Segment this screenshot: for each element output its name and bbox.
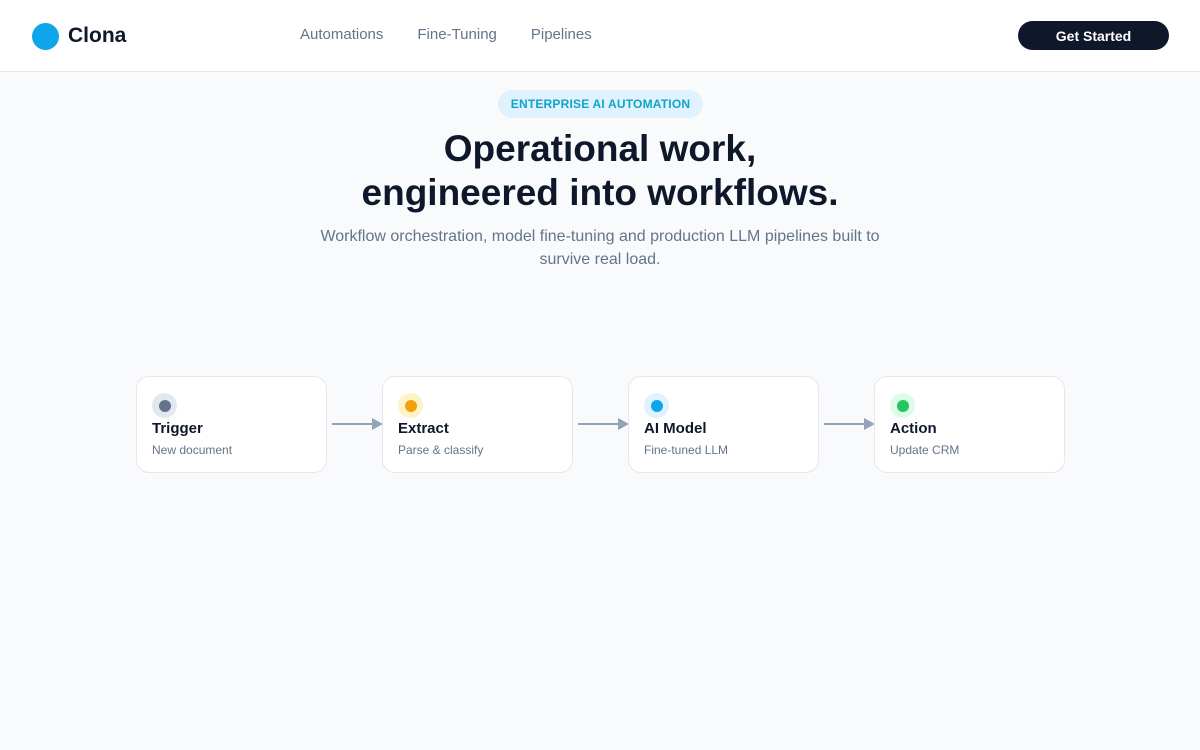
step-ring-ai-model	[644, 393, 669, 418]
get-started-button[interactable]: Get Started	[1018, 21, 1169, 50]
action-status-dot-icon	[896, 399, 909, 412]
top-nav-bar: Clona Automations Fine-Tuning Pipelines …	[0, 0, 1200, 72]
step-ring-trigger	[152, 393, 177, 418]
hero-subhead: Workflow orchestration, model fine-tunin…	[320, 228, 880, 268]
workflow-step-trigger: Trigger New document	[136, 376, 327, 473]
nav-item-automations[interactable]: Automations	[300, 26, 383, 44]
workflow-step-action: Action Update CRM	[874, 376, 1065, 473]
ai-model-status-dot-icon	[650, 399, 663, 412]
flow-arrow-icon	[332, 418, 383, 430]
headline-line-2: engineered into workflows.	[361, 172, 839, 213]
headline-line-1: Operational work,	[443, 128, 757, 169]
step-title: Action	[890, 420, 937, 437]
brand-logo[interactable]: Clona	[32, 22, 126, 50]
step-title: Trigger	[152, 420, 203, 437]
flow-arrow-icon	[578, 418, 629, 430]
step-ring-extract	[398, 393, 423, 418]
hero-badge: ENTERPRISE AI AUTOMATION	[498, 90, 703, 118]
step-title: AI Model	[644, 420, 707, 437]
hero-headline: Operational work, engineered into workfl…	[0, 127, 1200, 215]
step-subtitle: Update CRM	[890, 443, 960, 457]
workflow-diagram: Trigger New document Extract Parse & cla…	[136, 376, 1066, 473]
main-nav: Automations Fine-Tuning Pipelines	[300, 26, 626, 44]
nav-item-pipelines[interactable]: Pipelines	[531, 26, 592, 44]
workflow-step-ai-model: AI Model Fine-tuned LLM	[628, 376, 819, 473]
step-subtitle: Parse & classify	[398, 443, 484, 457]
flow-arrow-icon	[824, 418, 875, 430]
brand-name: Clona	[68, 24, 127, 47]
step-subtitle: Fine-tuned LLM	[644, 443, 729, 457]
extract-status-dot-icon	[404, 399, 417, 412]
workflow-step-extract: Extract Parse & classify	[382, 376, 573, 473]
logo-circle-icon	[32, 22, 59, 50]
trigger-status-dot-icon	[158, 399, 171, 412]
nav-item-fine-tuning[interactable]: Fine-Tuning	[417, 26, 496, 44]
step-title: Extract	[398, 420, 449, 437]
step-subtitle: New document	[152, 443, 233, 457]
step-ring-action	[890, 393, 915, 418]
